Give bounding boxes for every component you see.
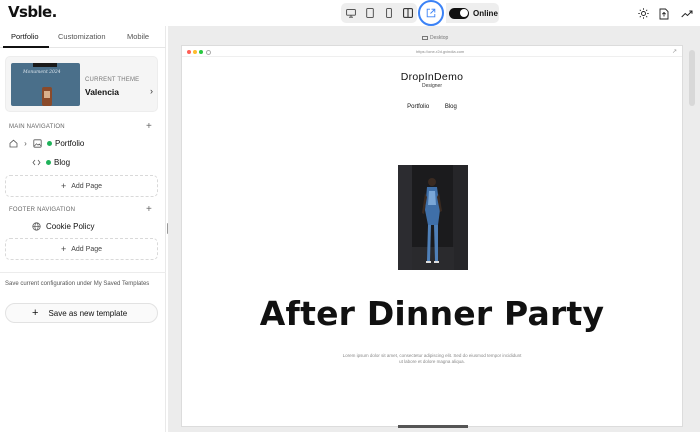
- thumbnail-header: [33, 63, 57, 67]
- online-label: Online: [473, 8, 498, 18]
- theme-thumbnail: Monument 2024: [11, 63, 80, 106]
- tab-mobile[interactable]: Mobile: [127, 32, 149, 41]
- site-navigation: Portfolio Blog: [182, 104, 682, 110]
- save-as-template-button[interactable]: + Save as new template: [5, 303, 158, 323]
- site-nav-blog[interactable]: Blog: [445, 104, 457, 110]
- footer-navigation-heading: FOOTER NAVIGATION: [9, 207, 76, 213]
- save-template-note: Save current configuration under My Save…: [5, 281, 150, 287]
- add-page-footer-button[interactable]: + Add Page: [5, 238, 158, 260]
- browser-chrome: https://one-r2d.gvindia.com ↗: [182, 46, 682, 57]
- tablet-view-button[interactable]: [360, 3, 379, 23]
- split-view-button[interactable]: [398, 3, 417, 23]
- app-logo[interactable]: Vsble.: [8, 3, 57, 21]
- thumbnail-figure: [42, 87, 52, 106]
- close-dot: [187, 50, 191, 54]
- desktop-icon: [345, 8, 356, 18]
- nav-label-cookie-policy: Cookie Policy: [46, 221, 95, 231]
- image-gallery-icon: [33, 138, 42, 148]
- external-link-icon[interactable]: ↗: [672, 48, 677, 55]
- sidebar-divider: [0, 272, 166, 273]
- add-page-label: Add Page: [71, 245, 102, 253]
- chevron-right-icon: ›: [24, 138, 27, 148]
- top-bar: Vsble. Online: [0, 0, 700, 26]
- theme-name: Valencia: [85, 87, 120, 97]
- hero-description: Lorem ipsum dolor sit amet, consectetur …: [342, 353, 522, 364]
- save-as-template-label: Save as new template: [48, 308, 128, 318]
- main-navigation-heading: MAIN NAVIGATION: [9, 124, 65, 130]
- preview-url: https://one-r2d.gvindia.com: [416, 49, 465, 54]
- mobile-icon: [385, 8, 392, 18]
- nav-item-cookie-policy[interactable]: Cookie Policy: [32, 220, 94, 232]
- open-preview-button[interactable]: [418, 0, 444, 26]
- publish-button[interactable]: [657, 7, 670, 20]
- sidebar-tabs: Portfolio Customization Mobile: [0, 26, 166, 48]
- device-switcher: [341, 3, 417, 23]
- plus-icon: +: [60, 181, 67, 191]
- active-tab-indicator: [3, 46, 49, 48]
- add-page-main-button[interactable]: + Add Page: [5, 175, 158, 197]
- browser-preview: https://one-r2d.gvindia.com ↗ DropInDemo…: [181, 45, 683, 428]
- home-icon: [9, 139, 18, 148]
- site-nav-portfolio[interactable]: Portfolio: [407, 104, 429, 110]
- publish-icon: [659, 8, 668, 19]
- analytics-icon: [680, 10, 692, 17]
- split-view-icon: [402, 8, 413, 18]
- maximize-dot: [199, 50, 203, 54]
- plus-icon: +: [60, 244, 67, 254]
- theme-caption: CURRENT THEME: [85, 77, 140, 83]
- theme-mode-button[interactable]: [637, 7, 650, 20]
- thumbnail-text: Monument 2024: [23, 70, 61, 75]
- online-status: Online: [446, 3, 499, 23]
- external-preview-icon: [426, 8, 436, 18]
- device-label-text: Desktop: [430, 35, 449, 41]
- preview-scrollbar[interactable]: [689, 50, 695, 106]
- code-icon: [32, 158, 41, 167]
- nav-label-portfolio: Portfolio: [55, 138, 85, 148]
- published-status-dot: [47, 140, 52, 146]
- add-page-label: Add Page: [71, 182, 102, 190]
- preview-canvas: Desktop https://one-r2d.gvindia.com ↗ Dr…: [168, 26, 700, 432]
- site-subtitle: Designer: [421, 83, 442, 89]
- plus-icon: +: [32, 307, 39, 319]
- reload-icon[interactable]: [206, 49, 211, 55]
- chevron-right-icon: ›: [150, 86, 153, 96]
- online-toggle[interactable]: [449, 7, 469, 19]
- mobile-view-button[interactable]: [379, 3, 398, 23]
- next-image-preview: [398, 425, 468, 428]
- published-status-dot: [46, 159, 51, 165]
- minimize-dot: [193, 50, 197, 54]
- add-footer-nav-icon[interactable]: +: [146, 204, 152, 215]
- add-main-nav-icon[interactable]: +: [146, 121, 152, 132]
- sun-icon: [638, 8, 649, 19]
- analytics-button[interactable]: [680, 7, 693, 20]
- hero-heading[interactable]: After Dinner Party: [182, 294, 682, 333]
- device-label: Desktop: [422, 35, 448, 41]
- tablet-icon: [365, 8, 374, 18]
- hero-photo[interactable]: [398, 165, 468, 270]
- monitor-icon: [422, 36, 428, 40]
- site-title[interactable]: DropInDemo: [182, 71, 682, 83]
- desktop-view-button[interactable]: [341, 3, 360, 23]
- current-theme-card[interactable]: Monument 2024 CURRENT THEME Valencia ›: [5, 56, 158, 112]
- tab-customization[interactable]: Customization: [58, 32, 106, 41]
- nav-item-blog[interactable]: Blog: [32, 156, 70, 168]
- nav-item-portfolio[interactable]: › Portfolio: [9, 137, 84, 149]
- globe-icon: [32, 221, 41, 231]
- nav-label-blog: Blog: [54, 157, 71, 167]
- tab-portfolio[interactable]: Portfolio: [11, 32, 39, 41]
- sidebar: Portfolio Customization Mobile Monument …: [0, 26, 166, 432]
